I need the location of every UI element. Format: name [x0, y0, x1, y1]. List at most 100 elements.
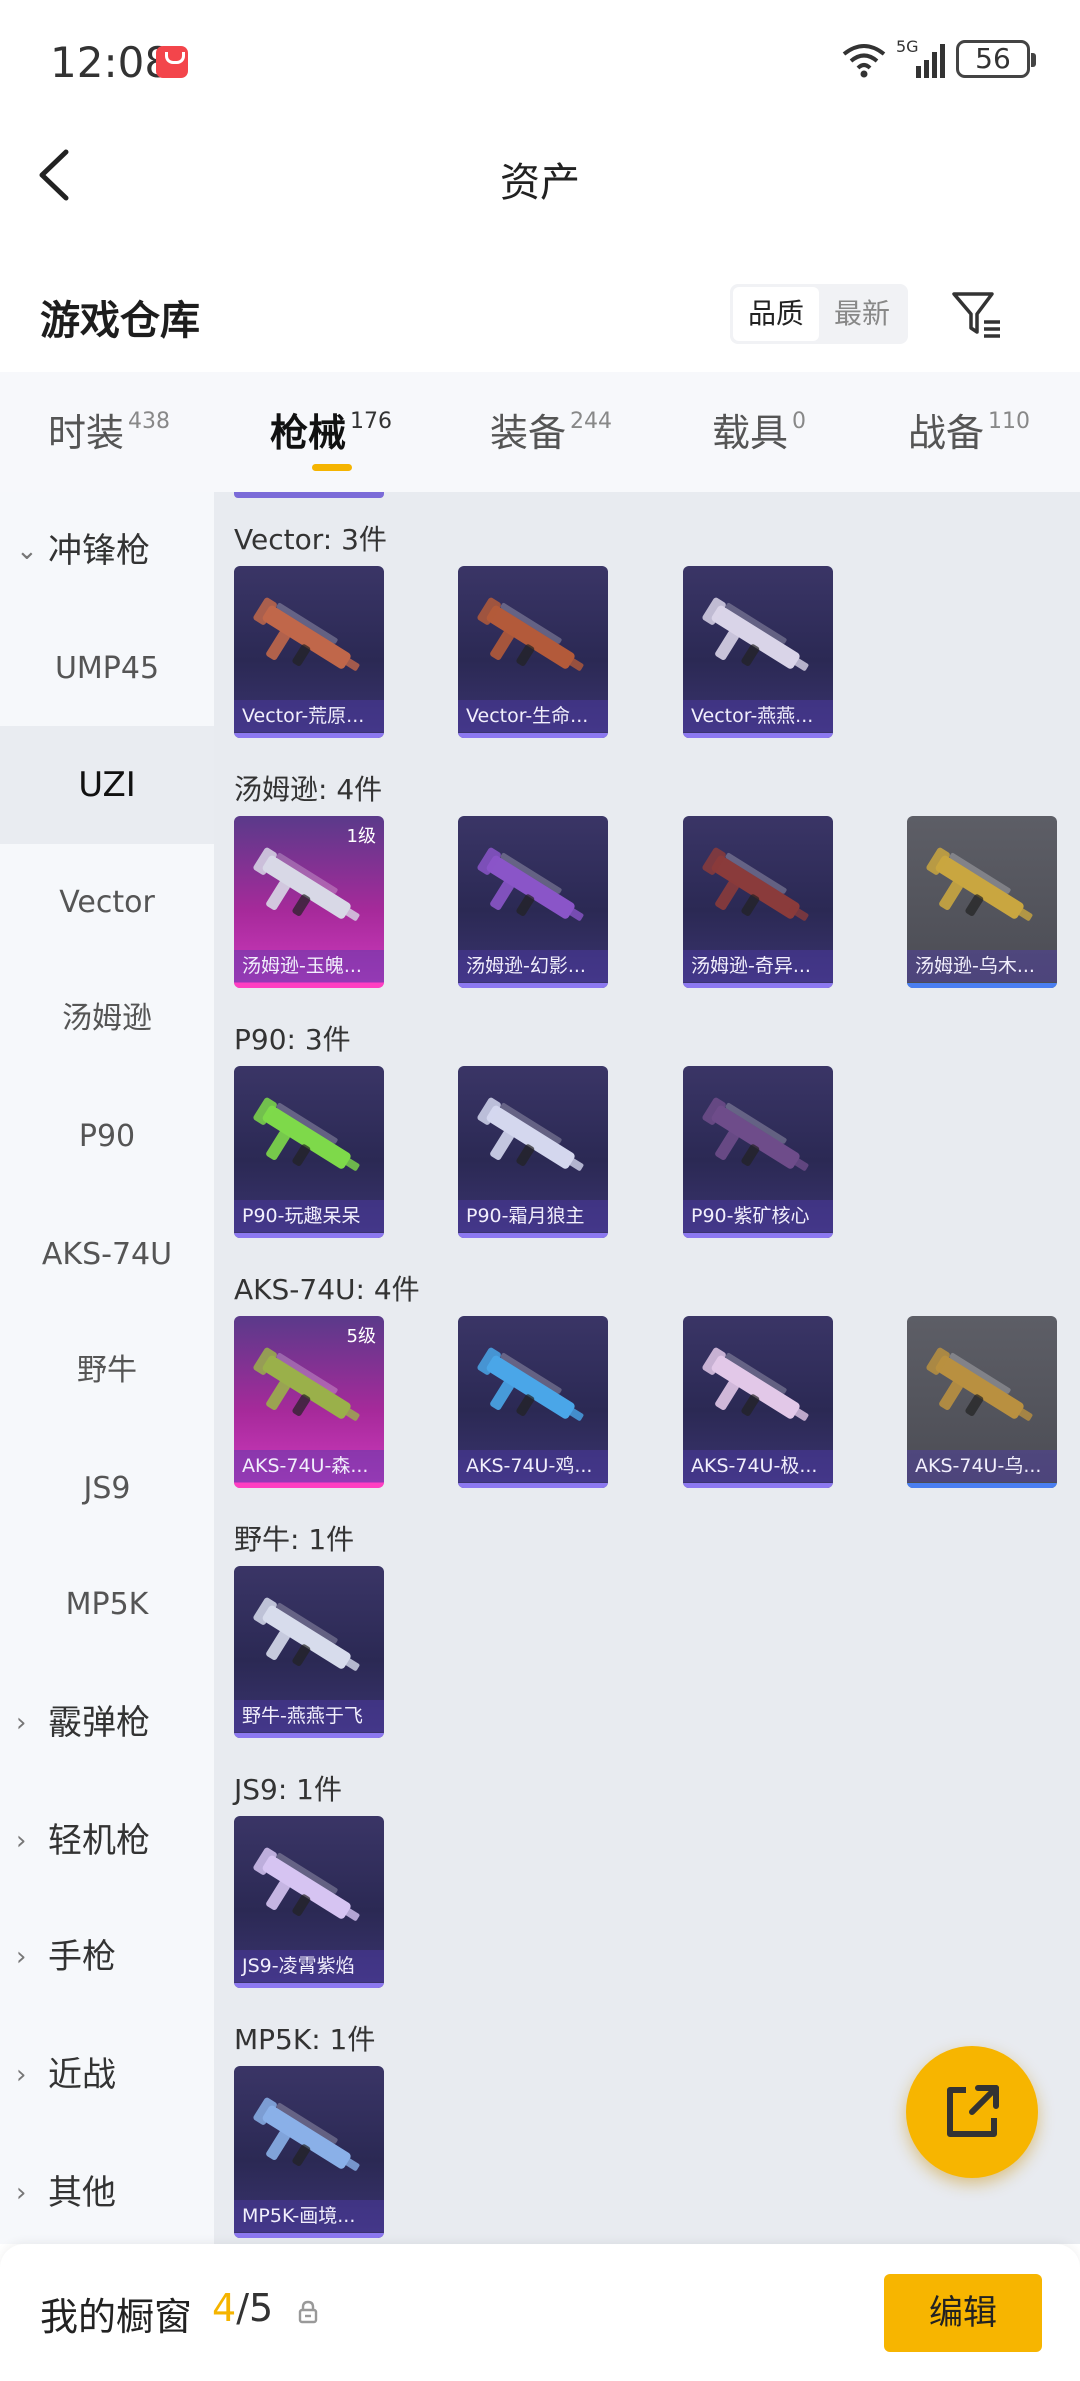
weapon-card[interactable]: 汤姆逊-乌木...	[907, 816, 1057, 988]
share-button[interactable]	[906, 2046, 1038, 2178]
sidebar-item[interactable]: AKS-74U	[0, 1196, 214, 1314]
filter-button[interactable]	[946, 284, 1006, 344]
weapon-card[interactable]: 野牛-燕燕于飞	[234, 1566, 384, 1738]
sidebar-item[interactable]: P90	[0, 1078, 214, 1196]
sidebar-item[interactable]: MP5K	[0, 1546, 214, 1664]
tab-fashion[interactable]: 时装 438	[48, 402, 170, 457]
sidebar-label: MP5K	[65, 1587, 149, 1622]
sidebar-group[interactable]: › 近战	[0, 2016, 214, 2134]
weapon-card[interactable]: AKS-74U-乌...	[907, 1316, 1057, 1488]
weapon-card[interactable]: 5级 AKS-74U-森...	[234, 1316, 384, 1488]
card-level: 1级	[346, 826, 376, 847]
status-bar: 12:08 5G 56	[0, 0, 1080, 120]
chevron-right-icon: ›	[16, 2178, 27, 2208]
bottom-bar: 我的橱窗 4/5 编辑	[0, 2244, 1080, 2381]
sidebar-label: JS9	[83, 1471, 131, 1506]
gun-icon	[253, 1597, 360, 1671]
gun-icon	[253, 597, 360, 671]
group-title: P90: 3件	[234, 1023, 351, 1056]
card-label: Vector-生命...	[458, 700, 608, 732]
sidebar-item[interactable]: UMP45	[0, 610, 214, 728]
scrolled-card-edge	[234, 492, 384, 498]
card-label: AKS-74U-极...	[683, 1450, 833, 1482]
warehouse-title: 游戏仓库	[40, 298, 200, 344]
weapon-card[interactable]: AKS-74U-极...	[683, 1316, 833, 1488]
gun-icon	[477, 597, 584, 671]
sidebar-label: 近战	[48, 2055, 116, 2095]
edit-button[interactable]: 编辑	[884, 2274, 1042, 2352]
card-label: P90-紫矿核心	[683, 1200, 833, 1232]
sidebar-label: AKS-74U	[41, 1237, 173, 1272]
gun-icon	[253, 847, 360, 921]
card-label: JS9-凌霄紫焰	[234, 1950, 384, 1982]
wifi-icon	[842, 44, 886, 78]
sort-newest[interactable]: 最新	[819, 287, 905, 341]
weapon-card[interactable]: JS9-凌霄紫焰	[234, 1816, 384, 1988]
sidebar-group[interactable]: › 轻机枪	[0, 1782, 214, 1900]
gun-icon	[702, 597, 809, 671]
sidebar-item[interactable]: JS9	[0, 1430, 214, 1548]
sidebar-item[interactable]: UZI	[0, 726, 214, 844]
sidebar-item[interactable]: 野牛	[0, 1312, 214, 1430]
card-label: P90-霜月狼主	[458, 1200, 608, 1232]
sidebar-label: Vector	[59, 885, 155, 920]
category-tabs: 时装 438 枪械 176 装备 244 载具 0 战备 110	[0, 372, 1080, 492]
sidebar-label: 轻机枪	[48, 1821, 150, 1861]
card-level: 5级	[346, 1326, 376, 1347]
weapon-card[interactable]: 汤姆逊-奇异...	[683, 816, 833, 988]
group-title: AKS-74U: 4件	[234, 1273, 420, 1306]
weapon-card[interactable]: Vector-荒原...	[234, 566, 384, 738]
gun-icon	[253, 1097, 360, 1171]
group-title: MP5K: 1件	[234, 2023, 376, 2056]
weapon-card[interactable]: 汤姆逊-幻影...	[458, 816, 608, 988]
tab-supplies[interactable]: 战备 110	[908, 402, 1030, 457]
sort-quality[interactable]: 品质	[733, 287, 819, 341]
group-title: JS9: 1件	[234, 1773, 342, 1806]
weapon-card[interactable]: P90-玩趣呆呆	[234, 1066, 384, 1238]
sidebar-group[interactable]: › 霰弹枪	[0, 1664, 214, 1782]
chevron-right-icon: ›	[16, 1826, 27, 1856]
gun-icon	[702, 1347, 809, 1421]
sort-toggle: 品质 最新	[730, 284, 908, 344]
weapon-card[interactable]: P90-霜月狼主	[458, 1066, 608, 1238]
active-tab-indicator	[312, 464, 352, 471]
sidebar-label: 冲锋枪	[48, 531, 150, 571]
card-label: 汤姆逊-乌木...	[907, 950, 1057, 982]
filter-icon	[952, 292, 1000, 338]
sidebar-label: 汤姆逊	[62, 1001, 152, 1036]
gun-icon	[253, 2097, 360, 2171]
weapon-card[interactable]: Vector-燕燕...	[683, 566, 833, 738]
weapon-card[interactable]: AKS-74U-鸡...	[458, 1316, 608, 1488]
gun-icon	[702, 1097, 809, 1171]
weapon-card[interactable]: P90-紫矿核心	[683, 1066, 833, 1238]
gun-icon	[477, 1097, 584, 1171]
weapon-card[interactable]: 1级 汤姆逊-玉魄...	[234, 816, 384, 988]
sidebar-group[interactable]: › 手枪	[0, 1898, 214, 2016]
tab-vehicles[interactable]: 载具 0	[712, 402, 806, 457]
card-label: P90-玩趣呆呆	[234, 1200, 384, 1232]
battery-indicator: 56	[956, 40, 1036, 78]
gun-icon	[926, 1347, 1033, 1421]
gun-icon	[477, 1347, 584, 1421]
page-title: 资产	[500, 160, 580, 206]
card-label: AKS-74U-鸡...	[458, 1450, 608, 1482]
sidebar-item[interactable]: Vector	[0, 844, 214, 962]
gun-icon	[926, 847, 1033, 921]
weapon-card[interactable]: MP5K-画境...	[234, 2066, 384, 2238]
tab-equipment[interactable]: 装备 244	[490, 402, 612, 457]
gun-icon	[702, 847, 809, 921]
lock-icon	[298, 2300, 318, 2324]
weapon-card[interactable]: Vector-生命...	[458, 566, 608, 738]
group-title: 野牛: 1件	[234, 1523, 355, 1556]
group-title: 汤姆逊: 4件	[234, 773, 383, 806]
gun-icon	[253, 1847, 360, 1921]
status-time: 12:08	[50, 38, 172, 87]
card-label: AKS-74U-森...	[234, 1450, 384, 1482]
card-label: MP5K-画境...	[234, 2200, 384, 2232]
sidebar-group[interactable]: ⌄ 冲锋枪	[0, 492, 214, 610]
tab-guns[interactable]: 枪械 176	[270, 402, 392, 457]
card-label: 野牛-燕燕于飞	[234, 1700, 384, 1732]
sidebar-label: 其他	[48, 2173, 116, 2213]
sidebar-group[interactable]: › 其他	[0, 2134, 214, 2252]
sidebar-item[interactable]: 汤姆逊	[0, 960, 214, 1078]
